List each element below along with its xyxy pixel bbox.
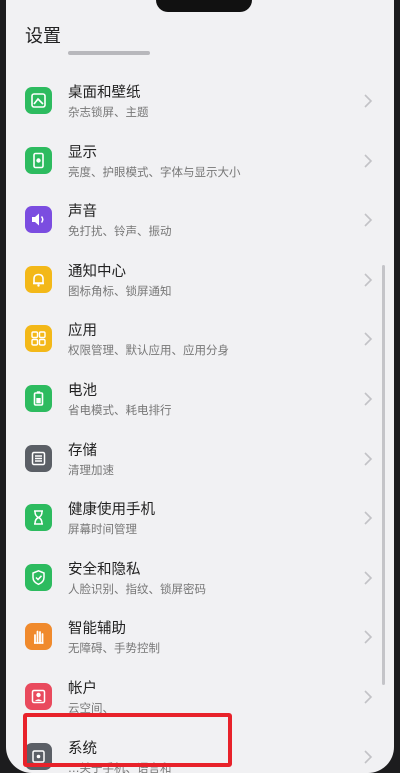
bell-icon: [25, 265, 52, 293]
settings-item-digital-balance[interactable]: 健康使用手机 屏幕时间管理: [6, 489, 394, 549]
item-title: 电池: [68, 382, 97, 399]
hourglass-icon: [25, 504, 52, 532]
item-subtitle: 亮度、护眼模式、字体与显示大小: [68, 164, 241, 179]
chevron-right-icon: [364, 273, 373, 287]
chevron-right-icon: [364, 392, 373, 406]
chevron-right-icon: [364, 630, 373, 644]
item-title: 通知中心: [68, 263, 126, 280]
display-icon: [25, 146, 52, 174]
chevron-right-icon: [364, 451, 373, 466]
chevron-right-icon: [364, 332, 373, 346]
chevron-right-icon: [364, 749, 373, 764]
chevron-right-icon: [364, 154, 373, 168]
settings-item-notifications[interactable]: 通知中心 图标角标、锁屏通知: [6, 251, 394, 311]
settings-item-storage[interactable]: 存储 清理加速: [6, 430, 394, 490]
item-title: 智能辅助: [68, 621, 126, 638]
item-title: 声音: [68, 204, 97, 221]
highlight-box: [23, 713, 232, 767]
chevron-right-icon: [364, 690, 373, 704]
item-subtitle: 屏幕时间管理: [68, 522, 137, 537]
item-title: 应用: [68, 323, 97, 340]
scrollbar[interactable]: [382, 265, 385, 685]
item-subtitle: 无障碍、手势控制: [68, 641, 160, 656]
settings-item-wallpaper[interactable]: 桌面和壁纸 杂志锁屏、主题: [6, 72, 394, 132]
item-subtitle: 图标角标、锁屏通知: [68, 283, 172, 298]
settings-list: 桌面和壁纸 杂志锁屏、主题 显示 亮度、护眼模式、字体与显示大小 声音 免打扰、…: [6, 72, 394, 773]
account-icon: [25, 682, 52, 710]
item-title: 桌面和壁纸: [68, 85, 141, 101]
item-subtitle: 免打扰、铃声、振动: [68, 224, 172, 239]
chevron-right-icon: [364, 94, 373, 108]
chevron-right-icon: [364, 571, 373, 585]
item-title: 存储: [68, 442, 97, 459]
item-subtitle: 人脸识别、指纹、锁屏密码: [68, 581, 206, 596]
storage-icon: [25, 444, 52, 472]
speaker-icon: [25, 206, 52, 234]
camera-notch: [156, 0, 252, 12]
item-title: 帐户: [68, 680, 97, 697]
wallpaper-icon: [25, 87, 52, 114]
item-subtitle: 杂志锁屏、主题: [68, 105, 149, 119]
previous-item-remnant: [68, 47, 150, 57]
settings-item-display[interactable]: 显示 亮度、护眼模式、字体与显示大小: [6, 132, 394, 192]
item-title: 安全和隐私: [68, 561, 141, 578]
chevron-right-icon: [364, 511, 373, 525]
item-subtitle: 清理加速: [68, 462, 114, 477]
settings-item-battery[interactable]: 电池 省电模式、耗电排行: [6, 370, 394, 430]
item-subtitle: 权限管理、默认应用、应用分身: [68, 343, 229, 358]
item-title: 健康使用手机: [68, 502, 155, 519]
item-subtitle: 省电模式、耗电排行: [68, 402, 172, 417]
shield-icon: [25, 563, 52, 591]
hand-icon: [25, 623, 52, 651]
apps-grid-icon: [25, 325, 52, 353]
battery-icon: [25, 384, 52, 412]
phone-screen: 设置 桌面和壁纸 杂志锁屏、主题 显示 亮度、护眼模式、字体与显示大小 声音 免…: [6, 0, 394, 773]
settings-item-sound[interactable]: 声音 免打扰、铃声、振动: [6, 191, 394, 251]
settings-item-apps[interactable]: 应用 权限管理、默认应用、应用分身: [6, 310, 394, 370]
chevron-right-icon: [364, 213, 373, 227]
settings-item-accessibility[interactable]: 智能辅助 无障碍、手势控制: [6, 608, 394, 668]
settings-item-security[interactable]: 安全和隐私 人脸识别、指纹、锁屏密码: [6, 549, 394, 609]
page-title: 设置: [25, 26, 61, 47]
item-title: 显示: [68, 144, 97, 161]
